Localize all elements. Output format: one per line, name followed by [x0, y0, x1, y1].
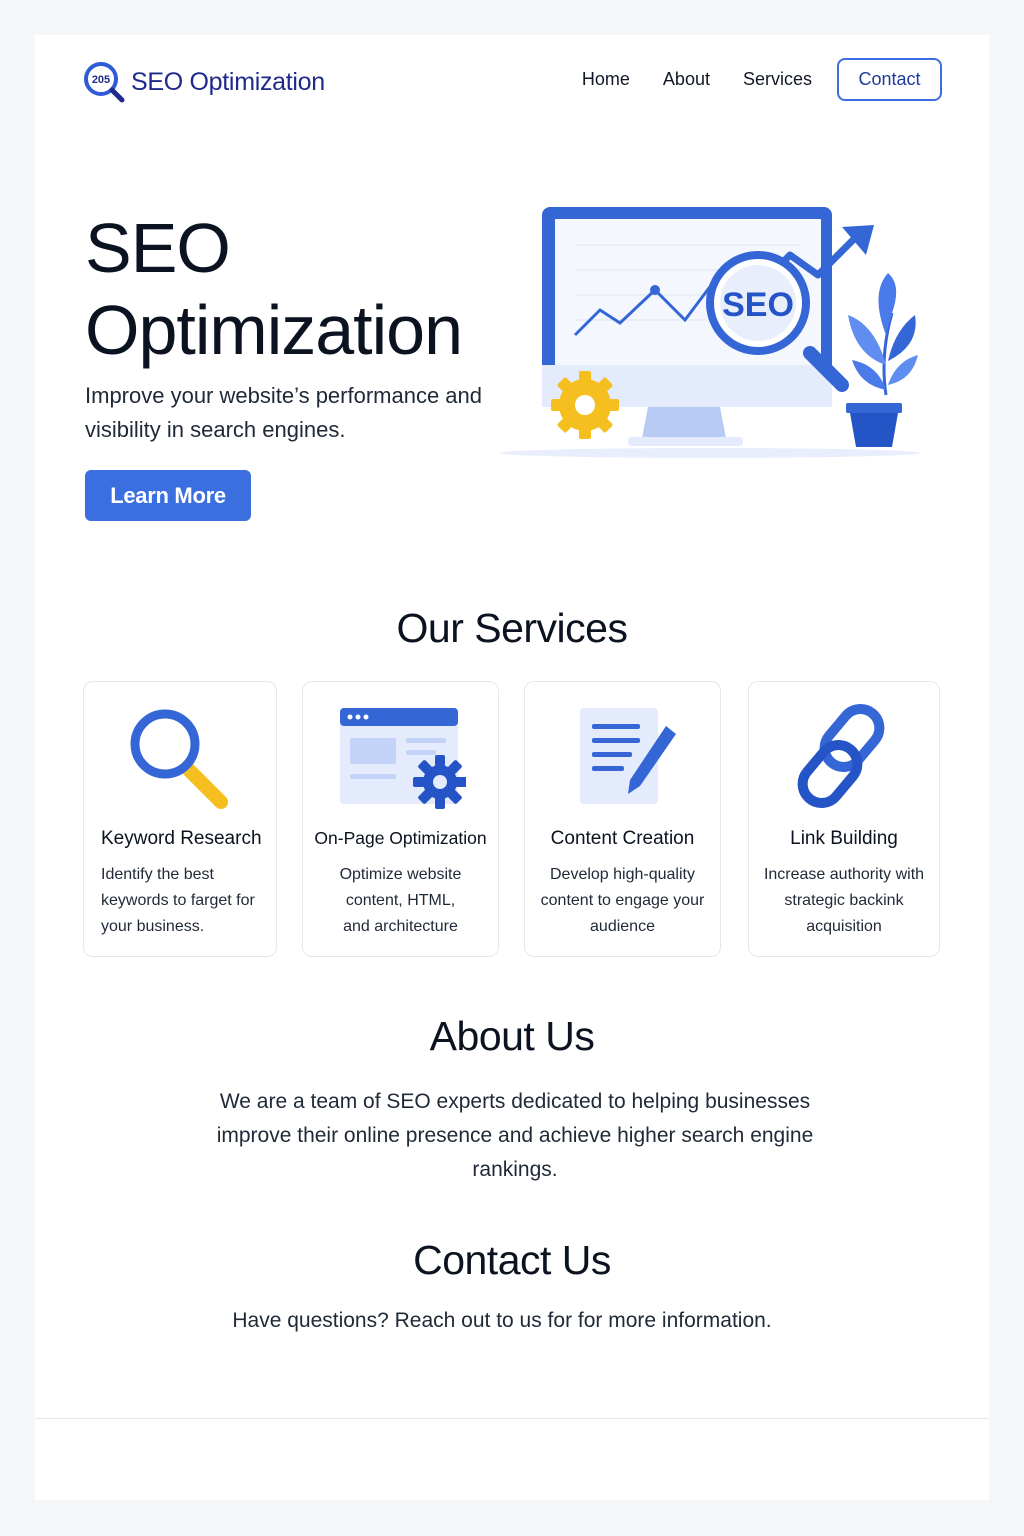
- services-title: Our Services: [396, 605, 628, 651]
- hero-subtitle: Improve your website’s performance and v…: [85, 383, 483, 442]
- hero-title-line2: Optimization: [85, 291, 463, 369]
- magnifier-icon: [84, 704, 276, 810]
- page: 205 SEO Optimization Home About Services…: [35, 35, 989, 1500]
- hero-illustration: SEO: [500, 185, 925, 465]
- nav-contact-button[interactable]: Contact: [837, 58, 942, 101]
- hero-title: SEO Optimization: [85, 207, 525, 371]
- logo-text: SEO Optimization: [131, 67, 325, 96]
- service-card-keyword-research[interactable]: Keyword Research Identify the best keywo…: [83, 681, 277, 957]
- service-title: Link Building: [790, 828, 898, 849]
- service-card-link-building[interactable]: Link Building Increase authority with st…: [748, 681, 940, 957]
- logo[interactable]: 205 SEO Optimization: [83, 61, 325, 103]
- service-card-on-page-optimization[interactable]: On-Page Optimization Optimize website co…: [302, 681, 499, 957]
- document-pen-icon: [525, 704, 720, 810]
- service-title: Keyword Research: [101, 828, 262, 849]
- service-description: Develop high-quality content to engage y…: [540, 866, 705, 935]
- about-title: About Us: [429, 1013, 595, 1059]
- nav-about[interactable]: About: [663, 69, 710, 90]
- about-text: We are a team of SEO experts dedicated t…: [216, 1090, 814, 1181]
- service-description: Increase authority with strategic backin…: [763, 866, 925, 935]
- service-description: Optimize website content, HTML, and arch…: [339, 866, 462, 935]
- plant-icon: [846, 273, 918, 447]
- logo-badge-text: 205: [92, 74, 110, 86]
- seo-badge-text: SEO: [722, 286, 794, 324]
- hero-title-line1: SEO: [85, 209, 231, 287]
- service-title: Content Creation: [550, 828, 695, 849]
- footer-divider: [35, 1418, 989, 1419]
- chain-link-icon: [749, 704, 939, 810]
- nav-home[interactable]: Home: [582, 69, 630, 90]
- logo-magnifier-icon: 205: [83, 61, 125, 103]
- service-card-content-creation[interactable]: Content Creation Develop high-quality co…: [524, 681, 721, 957]
- contact-title: Contact Us: [413, 1237, 611, 1283]
- main-nav: Home About Services Contact: [582, 58, 942, 101]
- nav-services[interactable]: Services: [743, 69, 812, 90]
- floor-shadow: [500, 448, 920, 458]
- contact-text: Have questions? Reach out to us for for …: [232, 1309, 772, 1332]
- service-title: On-Page Optimization: [314, 828, 487, 848]
- gear-icon: [551, 371, 619, 439]
- learn-more-button[interactable]: Learn More: [85, 470, 251, 521]
- service-description: Identify the best keywords to farget for…: [101, 866, 255, 935]
- webpage-gear-icon: [303, 704, 498, 810]
